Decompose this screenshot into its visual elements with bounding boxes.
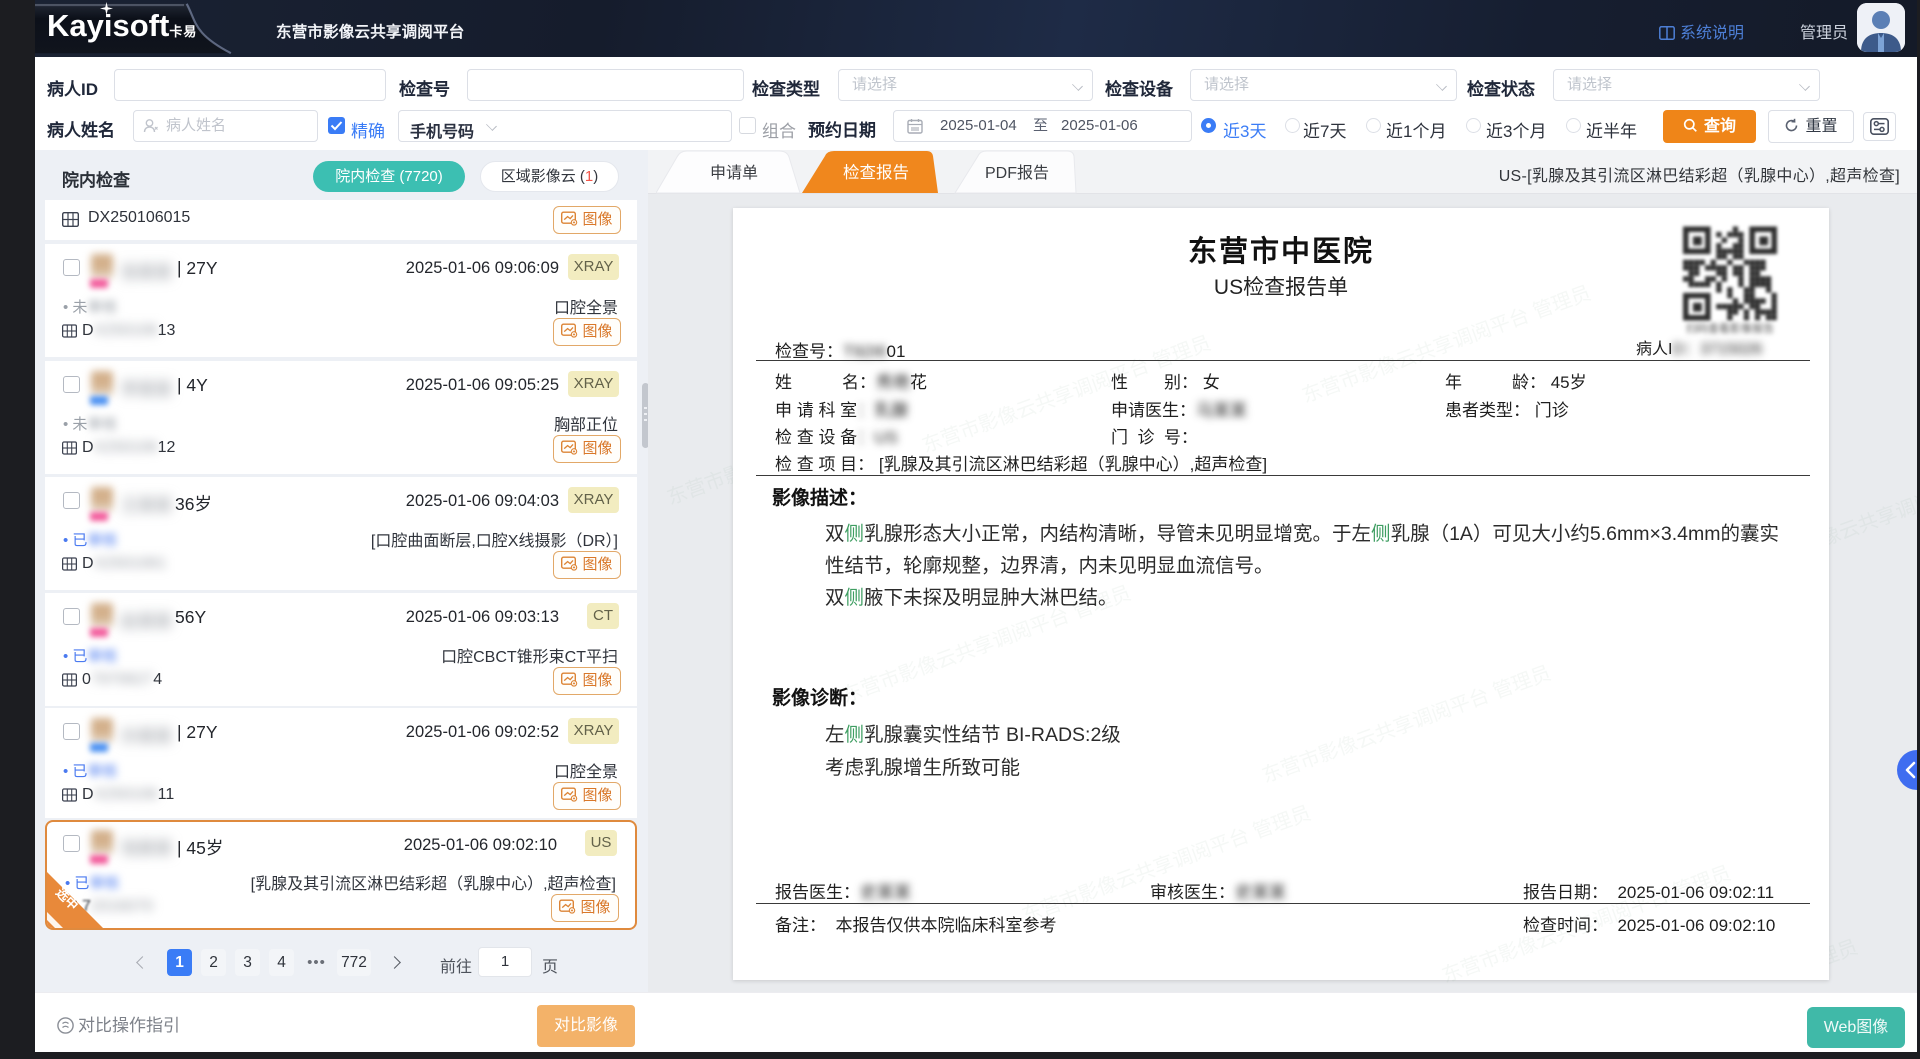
svg-text:申请单: 申请单: [710, 164, 758, 182]
svg-text:检查报告: 检查报告: [843, 163, 909, 182]
svg-text:PDF报告: PDF报告: [985, 164, 1049, 182]
